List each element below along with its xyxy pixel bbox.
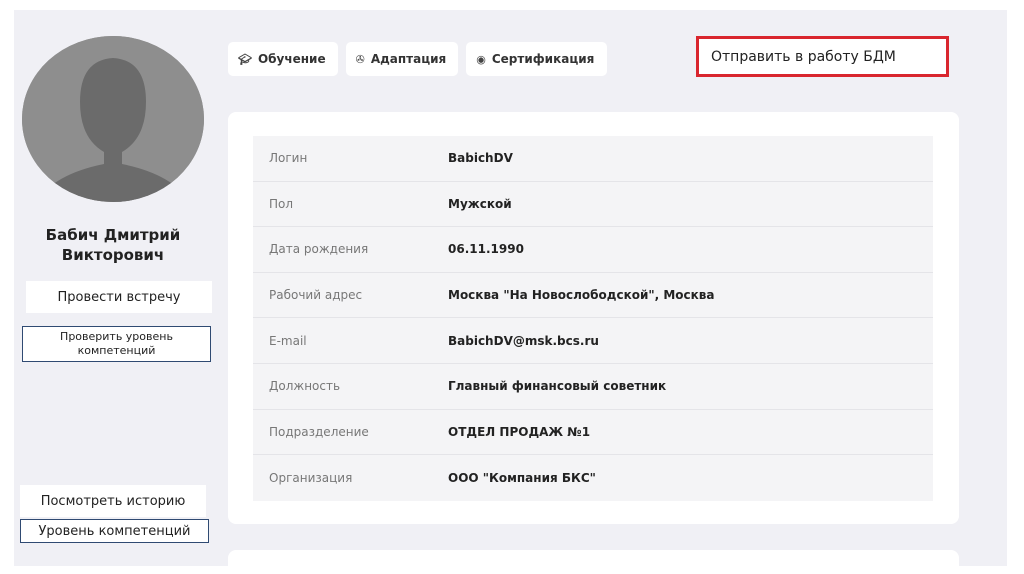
- info-value: Главный финансовый советник: [448, 379, 667, 394]
- user-name-line2: Викторович: [61, 246, 165, 264]
- info-label: Логин: [269, 151, 308, 166]
- info-value: BabichDV@msk.bcs.ru: [448, 333, 599, 348]
- graduation-cap-icon: 🎓︎: [238, 52, 252, 66]
- hold-meeting-button[interactable]: Провести встречу: [26, 281, 212, 313]
- tab-training[interactable]: 🎓︎ Обучение: [228, 42, 338, 76]
- info-label: Дата рождения: [269, 242, 369, 257]
- user-full-name: Бабич Дмитрий Викторович: [14, 225, 212, 265]
- tab-adaptation[interactable]: ✇ Адаптация: [345, 42, 459, 76]
- adaptation-icon: ✇: [355, 52, 365, 66]
- info-row-organization: Организация ООО "Компания БКС": [253, 455, 933, 501]
- tab-label: Адаптация: [370, 52, 447, 66]
- info-row-gender: Пол Мужской: [253, 181, 933, 228]
- profile-info-card: Логин BabichDV Пол Мужской Дата рождения…: [228, 112, 959, 524]
- info-row-email: E-mail BabichDV@msk.bcs.ru: [253, 318, 933, 364]
- user-name-line1: Бабич Дмитрий: [45, 226, 181, 244]
- check-competence-button[interactable]: Проверить уровень компетенций: [22, 326, 211, 362]
- tab-certification[interactable]: ◉ Сертификация: [466, 42, 608, 76]
- competence-level-button[interactable]: Уровень компетенций: [20, 519, 209, 543]
- info-row-work-address: Рабочий адрес Москва "На Новослободской"…: [253, 272, 933, 319]
- info-value: Москва "На Новослободской", Москва: [448, 288, 715, 303]
- tab-label: Сертификация: [491, 52, 595, 66]
- tab-bar: 🎓︎ Обучение ✇ Адаптация ◉ Сертификация: [228, 42, 608, 76]
- info-label: Должность: [269, 379, 341, 394]
- tab-label: Обучение: [257, 52, 326, 66]
- info-label: E-mail: [269, 333, 307, 348]
- info-label: Рабочий адрес: [269, 288, 363, 303]
- app-frame: Бабич Дмитрий Викторович Провести встреч…: [14, 10, 1007, 566]
- view-history-button[interactable]: Посмотреть историю: [20, 485, 206, 517]
- info-label: Организация: [269, 470, 353, 485]
- info-table: Логин BabichDV Пол Мужской Дата рождения…: [253, 136, 933, 501]
- info-row-position: Должность Главный финансовый советник: [253, 363, 933, 410]
- info-value: Мужской: [448, 196, 512, 211]
- info-label: Подразделение: [269, 424, 369, 439]
- secondary-card: [228, 550, 959, 566]
- certificate-icon: ◉: [476, 52, 486, 66]
- info-row-department: Подразделение ОТДЕЛ ПРОДАЖ №1: [253, 409, 933, 456]
- info-row-birthdate: Дата рождения 06.11.1990: [253, 227, 933, 273]
- info-label: Пол: [269, 196, 294, 211]
- user-silhouette-icon: [22, 36, 204, 202]
- avatar: [22, 36, 204, 202]
- info-row-login: Логин BabichDV: [253, 136, 933, 182]
- info-value: BabichDV: [448, 151, 513, 166]
- send-to-bdm-button[interactable]: Отправить в работу БДМ: [696, 36, 949, 77]
- info-value: ООО "Компания БКС": [448, 470, 596, 485]
- info-value: 06.11.1990: [448, 242, 524, 257]
- info-value: ОТДЕЛ ПРОДАЖ №1: [448, 424, 591, 439]
